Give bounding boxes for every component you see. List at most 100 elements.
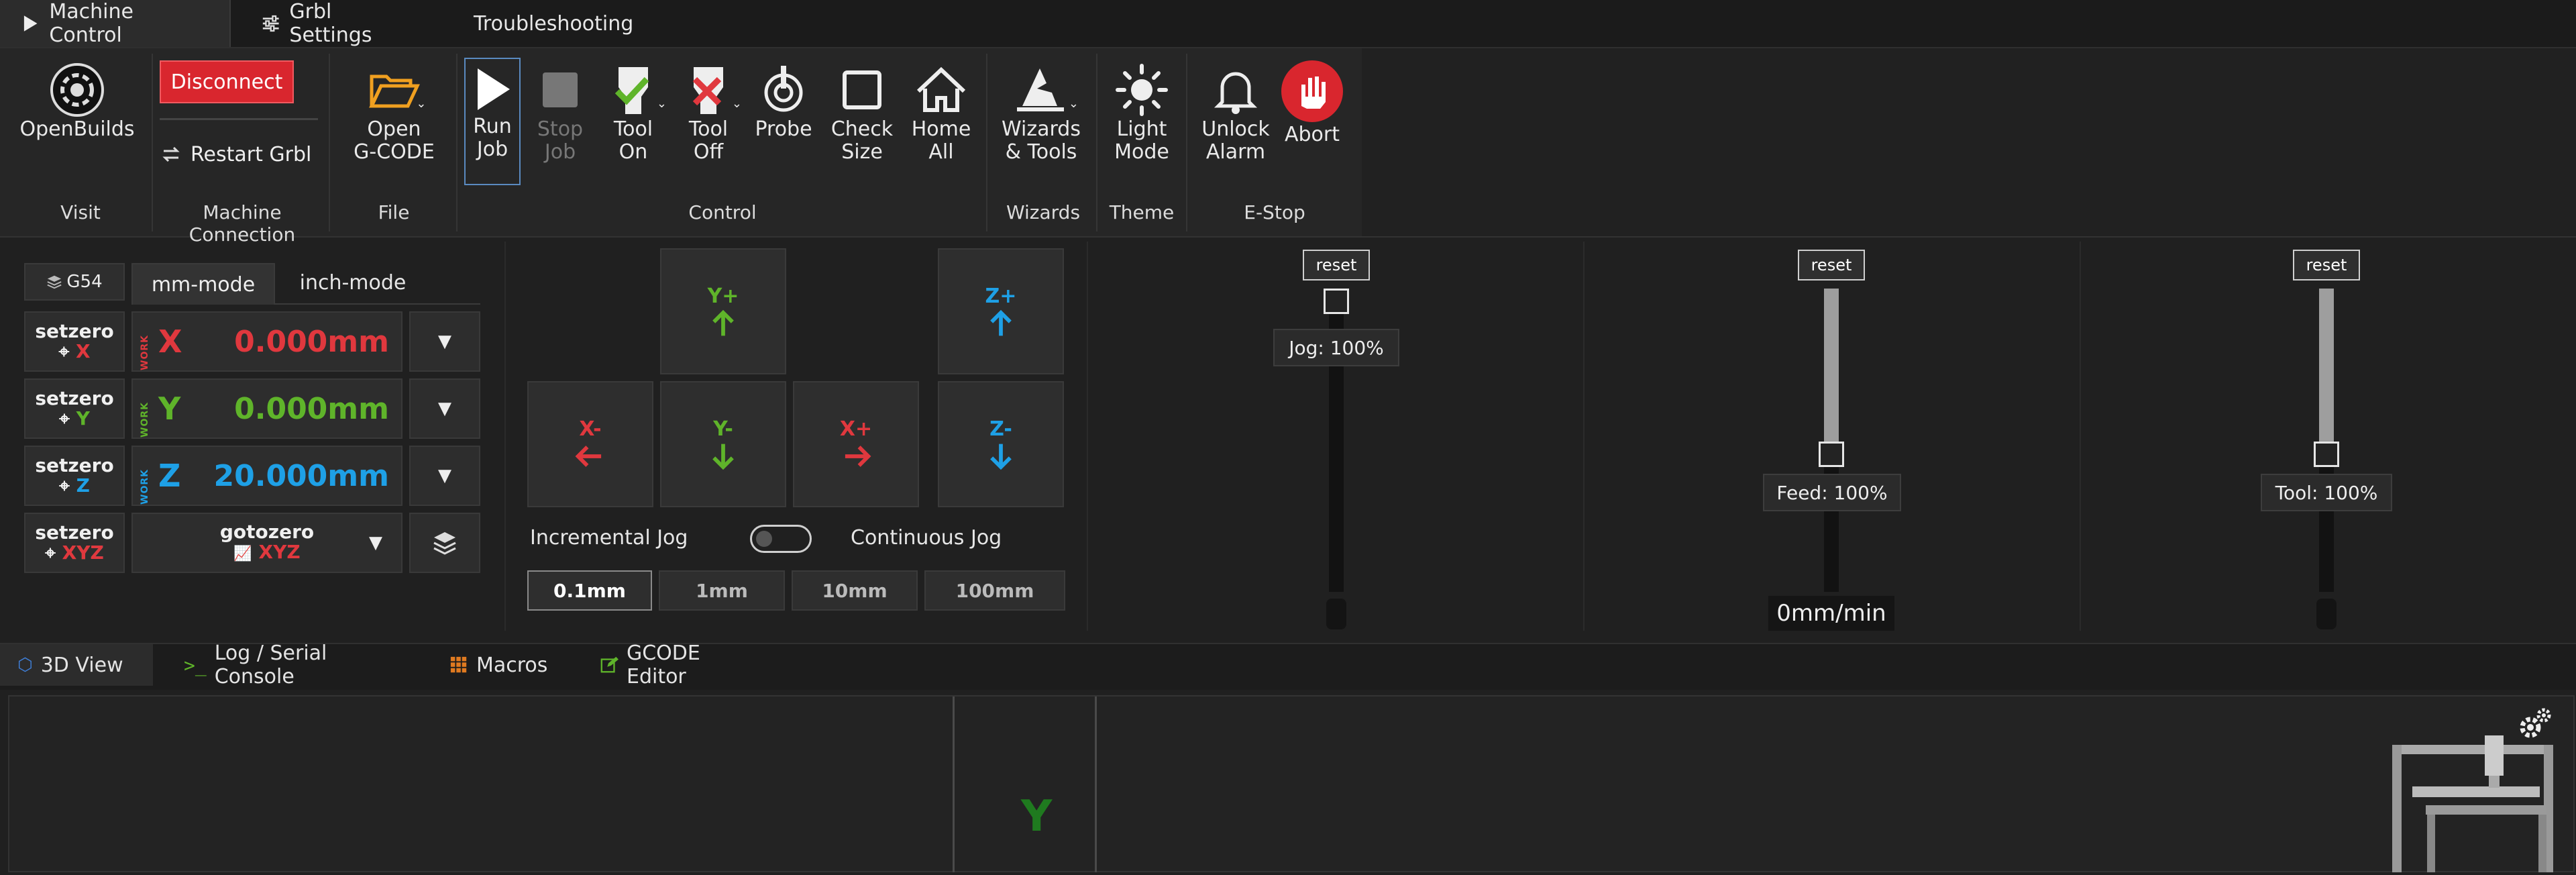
jog-reset-button[interactable]: reset: [1303, 250, 1370, 280]
folder-open-icon: ⌄: [366, 62, 427, 118]
setzero-xyz-button[interactable]: setzero ⌖ XYZ: [24, 513, 125, 573]
tab-grbl-settings[interactable]: Grbl Settings: [241, 0, 429, 47]
caret-down-icon: ▼: [438, 399, 451, 419]
abort-button[interactable]: Abort: [1279, 59, 1346, 146]
restart-grbl-button[interactable]: Restart Grbl: [160, 131, 321, 178]
dro-x: WORK X 0.000mm: [131, 311, 402, 372]
group-label-wizards: Wizards: [1006, 201, 1081, 223]
dro-y: WORK Y 0.000mm: [131, 378, 402, 439]
step-10mm-button[interactable]: 10mm: [792, 570, 918, 611]
tab-macros[interactable]: Macros: [432, 644, 566, 686]
group-label-estop: E-Stop: [1244, 201, 1305, 223]
home-icon: [913, 62, 969, 118]
tab-log-serial-console[interactable]: >_ Log / Serial Console: [166, 641, 408, 688]
x-options-dropdown[interactable]: ▼: [409, 311, 480, 372]
tab-troubleshooting[interactable]: Troubleshooting: [444, 0, 645, 47]
tool-off-button[interactable]: ⌄ Tool Off: [676, 62, 742, 164]
arrow-right-icon: [845, 445, 871, 467]
viewer-grid-line: [1095, 697, 1097, 872]
unlock-alarm-button[interactable]: Unlock Alarm: [1195, 62, 1276, 164]
check-size-button[interactable]: Check Size: [825, 62, 899, 164]
stop-hand-icon: [1280, 59, 1344, 123]
caret-down-icon: ▼: [438, 331, 451, 352]
group-label-machine-connection: Machine Connection: [189, 201, 296, 246]
tool-on-icon: ⌄: [605, 62, 667, 118]
jog-x-minus-button[interactable]: X-: [527, 381, 653, 507]
gotozero-button[interactable]: gotozero 📈 XYZ ▼: [131, 513, 402, 573]
tab-3d-view[interactable]: ⬡ 3D View: [0, 644, 153, 686]
square-outline-icon: [834, 62, 890, 118]
mode-tab-underline: [275, 303, 480, 305]
incremental-jog-label: Incremental Jog: [530, 526, 688, 550]
feed-slider-thumb[interactable]: [1819, 441, 1844, 467]
group-label-theme: Theme: [1109, 201, 1175, 223]
toggle-knob: [756, 531, 772, 547]
panel-divider: [1583, 242, 1585, 631]
jog-z-plus-button[interactable]: Z+: [938, 248, 1064, 374]
3d-viewer[interactable]: [8, 695, 2575, 872]
probe-icon: [755, 62, 812, 118]
jog-x-plus-button[interactable]: X+: [793, 381, 919, 507]
tool-on-button[interactable]: ⌄ Tool On: [601, 62, 667, 164]
feed-rate-display: 0mm/min: [1768, 596, 1894, 631]
setzero-y-button[interactable]: setzero ⌖ Y: [24, 378, 125, 439]
jog-y-minus-button[interactable]: Y-: [660, 381, 786, 507]
jog-mode-toggle[interactable]: [750, 525, 812, 553]
open-gcode-button[interactable]: ⌄ Open G-CODE: [342, 62, 446, 164]
sliders-icon: [262, 15, 279, 32]
step-0.1mm-button[interactable]: 0.1mm: [527, 570, 652, 611]
panel-divider: [2080, 242, 2081, 631]
arrow-up-icon: [712, 309, 734, 336]
setzero-z-button[interactable]: setzero ⌖ Z: [24, 446, 125, 506]
home-all-button[interactable]: Home All: [906, 62, 977, 164]
arrow-up-icon: [990, 309, 1012, 336]
probe-button[interactable]: Probe: [750, 62, 817, 141]
group-label-file: File: [378, 201, 410, 223]
tool-reset-button[interactable]: reset: [2293, 250, 2360, 280]
cube-icon: ⬡: [17, 655, 33, 675]
step-100mm-button[interactable]: 100mm: [924, 570, 1065, 611]
y-axis-label: Y: [1021, 792, 1053, 841]
stop-icon: [532, 62, 588, 118]
z-options-dropdown[interactable]: ▼: [409, 446, 480, 506]
tab-inch-mode[interactable]: inch-mode: [279, 263, 427, 302]
setzero-x-button[interactable]: setzero ⌖ X: [24, 311, 125, 372]
play-icon: [469, 63, 516, 115]
chevron-down-icon: ⌄: [1068, 97, 1079, 111]
wizards-tools-button[interactable]: ⌄ Wizards & Tools: [994, 62, 1088, 164]
tool-slider-thumb[interactable]: [2314, 441, 2339, 467]
bell-icon: [1208, 62, 1264, 118]
arrow-down-icon: [990, 444, 1012, 470]
dro-z-value: 20.000mm: [213, 458, 390, 493]
panel-divider: [504, 242, 506, 631]
chevron-down-icon: ⌄: [731, 97, 742, 111]
tool-off-icon: ⌄: [680, 62, 742, 118]
jog-y-plus-button[interactable]: Y+: [660, 248, 786, 374]
feed-override-label: Feed: 100%: [1763, 474, 1901, 511]
jog-slider-cap: [1326, 599, 1346, 629]
arrow-left-icon: [575, 445, 602, 467]
tab-gcode-editor[interactable]: GCODE Editor: [582, 641, 784, 688]
tab-machine-control[interactable]: Machine Control: [0, 0, 231, 47]
wcs-g54-button[interactable]: G54: [24, 263, 125, 301]
run-job-button[interactable]: Run Job: [464, 58, 521, 185]
openbuilds-button[interactable]: OpenBuilds: [19, 62, 135, 141]
step-1mm-button[interactable]: 1mm: [659, 570, 785, 611]
openbuilds-logo-icon: [49, 62, 105, 118]
group-label-visit: Visit: [60, 201, 101, 223]
stop-job-button[interactable]: Stop Job: [530, 62, 590, 164]
group-label-control: Control: [688, 201, 757, 223]
tab-mm-mode[interactable]: mm-mode: [131, 263, 275, 305]
jog-z-minus-button[interactable]: Z-: [938, 381, 1064, 507]
feed-reset-button[interactable]: reset: [1798, 250, 1865, 280]
y-options-dropdown[interactable]: ▼: [409, 378, 480, 439]
connection-divider: [160, 118, 318, 120]
light-mode-button[interactable]: Light Mode: [1100, 62, 1183, 164]
edit-icon: [600, 656, 619, 673]
crosshair-icon: ⌖: [59, 474, 70, 497]
crosshair-icon: ⌖: [58, 340, 70, 362]
disconnect-button[interactable]: Disconnect: [160, 60, 294, 103]
layers-icon: [47, 275, 62, 289]
jog-slider-thumb[interactable]: [1324, 289, 1349, 314]
layers-menu-button[interactable]: [409, 513, 480, 573]
